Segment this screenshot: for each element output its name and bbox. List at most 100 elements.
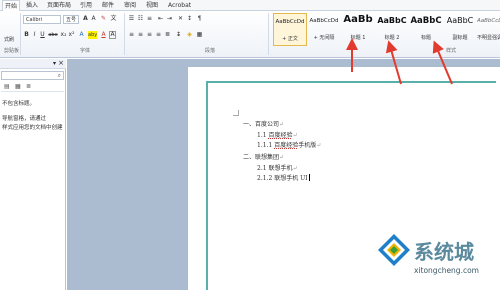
style-name: 标题 1 [350, 35, 366, 41]
list-number: 2.1 [257, 165, 269, 172]
heading-text: 百度公司 [255, 121, 280, 128]
style-no-spacing[interactable]: AaBbCcDd + 无间隔 [307, 13, 341, 46]
list-number: 1.1.1 [257, 142, 275, 149]
list-number: 一、 [243, 121, 256, 128]
style-heading-1[interactable]: AaBb 标题 1 [341, 13, 375, 46]
style-name: + 无间隔 [313, 35, 335, 41]
watermark-brand: 系统城 [414, 240, 474, 264]
list-number: 二、 [243, 154, 256, 161]
superscript-button[interactable]: x² [68, 31, 75, 39]
pane-options-icon[interactable]: ▾ [53, 60, 56, 67]
menu-bar: 开始 插入 页面布局 引用 邮件 审阅 视图 Acrobat [0, 0, 500, 12]
style-heading-2[interactable]: AaBbC 标题 2 [375, 13, 409, 46]
highlight-button[interactable]: aby [88, 31, 97, 39]
font-group-label: 字体 [80, 48, 91, 54]
shading-icon[interactable]: ◈ [186, 31, 193, 39]
style-name: 不明显强调 [477, 35, 500, 41]
search-icon[interactable]: ⌕ [58, 72, 61, 80]
nav-message-line: 不包含标题。 [2, 101, 36, 107]
heading-2-line[interactable]: 2.1 联想手机↵ [257, 163, 298, 172]
paragraph-mark: ↵ [316, 142, 322, 149]
char-border-button[interactable]: A [109, 31, 116, 39]
heading-2-line[interactable]: 1.1 百度经验↵ [257, 130, 298, 139]
tab-references[interactable]: 引用 [78, 0, 94, 11]
style-subtle-emphasis[interactable]: AaBbCcDd 不明显强调 [477, 13, 500, 46]
tab-page-layout[interactable]: 页面布局 [45, 0, 73, 11]
heading-1-line[interactable]: 二、联想集团↵ [243, 152, 284, 161]
search-input[interactable]: ⌕ [1, 71, 64, 80]
bold-button[interactable]: B [23, 31, 30, 39]
margin-corner-mark [233, 110, 239, 116]
paragraph-group-label: 段落 [205, 48, 216, 54]
distributed-icon[interactable]: ≣ [164, 31, 171, 39]
tab-view[interactable]: 视图 [144, 0, 160, 11]
numbering-icon[interactable]: ☷ [137, 15, 144, 23]
tab-insert[interactable]: 插入 [24, 0, 40, 11]
chinese-layout-icon[interactable]: ✕ [177, 15, 184, 23]
style-subtitle[interactable]: AaBbC 副标题 [443, 13, 477, 46]
decrease-indent-icon[interactable]: ⇤ [157, 15, 164, 23]
style-name: 标题 [420, 35, 431, 41]
style-normal[interactable]: AaBbCcDd + 正文 [273, 13, 307, 46]
nav-message-line: 样式应用您的文档中创建 [2, 125, 63, 131]
font-color-button[interactable]: A [100, 31, 107, 39]
paragraph-mark: ↵ [279, 154, 285, 161]
text-effects-button[interactable]: A [78, 31, 85, 39]
style-name: + 正文 [282, 36, 298, 42]
borders-icon[interactable]: ▦ [196, 31, 203, 39]
sort-icon[interactable]: ↕ [186, 15, 193, 23]
increase-indent-icon[interactable]: ⇥ [166, 15, 173, 23]
font-name-select[interactable]: Calibri [23, 15, 61, 24]
show-marks-icon[interactable]: ¶ [196, 15, 203, 23]
format-painter-button[interactable]: 式刷 [4, 36, 14, 43]
strikethrough-button[interactable]: abe [48, 31, 58, 39]
tab-mailings[interactable]: 邮件 [100, 0, 116, 11]
style-title[interactable]: AaBbC 标题 [409, 13, 443, 46]
ribbon: 式刷 剪贴板 Calibri 五号 A A ✎ 文 B I U abe x₂ x… [0, 11, 500, 58]
bullets-icon[interactable]: ☰ [128, 15, 135, 23]
headings-view-icon[interactable]: ▤ [4, 83, 10, 90]
pages-view-icon[interactable]: ▦ [15, 83, 21, 90]
close-icon[interactable]: × [58, 59, 64, 67]
phonetic-guide-icon[interactable]: 文 [110, 15, 117, 23]
watermark-logo-icon [377, 233, 411, 267]
shrink-font-button[interactable]: A [90, 15, 97, 23]
style-preview: AaBbCcDd [477, 18, 500, 24]
align-left-icon[interactable]: ≡ [128, 31, 135, 39]
justify-icon[interactable]: ≡ [155, 31, 162, 39]
italic-button[interactable]: I [31, 31, 38, 39]
style-preview: AaBbCcDd [275, 19, 305, 25]
text-cursor [308, 174, 310, 181]
heading-text-extra: 手机版 [298, 142, 317, 149]
heading-text: 联想集团 [255, 154, 280, 161]
paragraph-mark: ↵ [292, 132, 298, 139]
style-name: 标题 2 [384, 35, 400, 41]
subscript-button[interactable]: x₂ [60, 31, 67, 39]
list-number: 2.1.2 [257, 175, 275, 182]
clipboard-group-label: 剪贴板 [4, 48, 20, 54]
heading-3-line[interactable]: 1.1.1 百度经验手机版↵ [257, 140, 321, 149]
styles-group-label: 样式 [446, 48, 457, 54]
results-view-icon[interactable]: ≣ [26, 83, 31, 90]
grow-font-button[interactable]: A [82, 15, 89, 23]
underline-button[interactable]: U [39, 31, 46, 39]
tab-acrobat[interactable]: Acrobat [166, 0, 193, 11]
align-right-icon[interactable]: ≡ [146, 31, 153, 39]
style-preview: AaBb [343, 14, 373, 25]
nav-message-line: 导航窗格，请通过 [2, 116, 47, 122]
multilevel-list-icon[interactable]: ≡ [146, 15, 153, 23]
clear-format-icon[interactable]: ✎ [100, 15, 107, 23]
font-size-select[interactable]: 五号 [63, 15, 79, 24]
style-preview: AaBbC [377, 16, 407, 25]
heading-3-line[interactable]: 2.1.2 联想手机 UI [257, 173, 310, 182]
style-preview: AaBbCcDd [309, 18, 339, 24]
line-spacing-icon[interactable]: ↨ [175, 31, 182, 39]
heading-text: 百度经验 [268, 132, 293, 139]
align-center-icon[interactable]: ≡ [137, 31, 144, 39]
group-separator [20, 13, 21, 55]
style-preview: AaBbC [446, 16, 474, 25]
navigation-pane: ▾ × ⌕ ▤ ▦ ≣ 不包含标题。 导航窗格，请通过 样式应用您的文档中创建 [0, 59, 66, 290]
heading-1-line[interactable]: 一、百度公司↵ [243, 119, 284, 128]
style-preview: AaBbC [410, 16, 442, 26]
tab-review[interactable]: 审阅 [122, 0, 138, 11]
